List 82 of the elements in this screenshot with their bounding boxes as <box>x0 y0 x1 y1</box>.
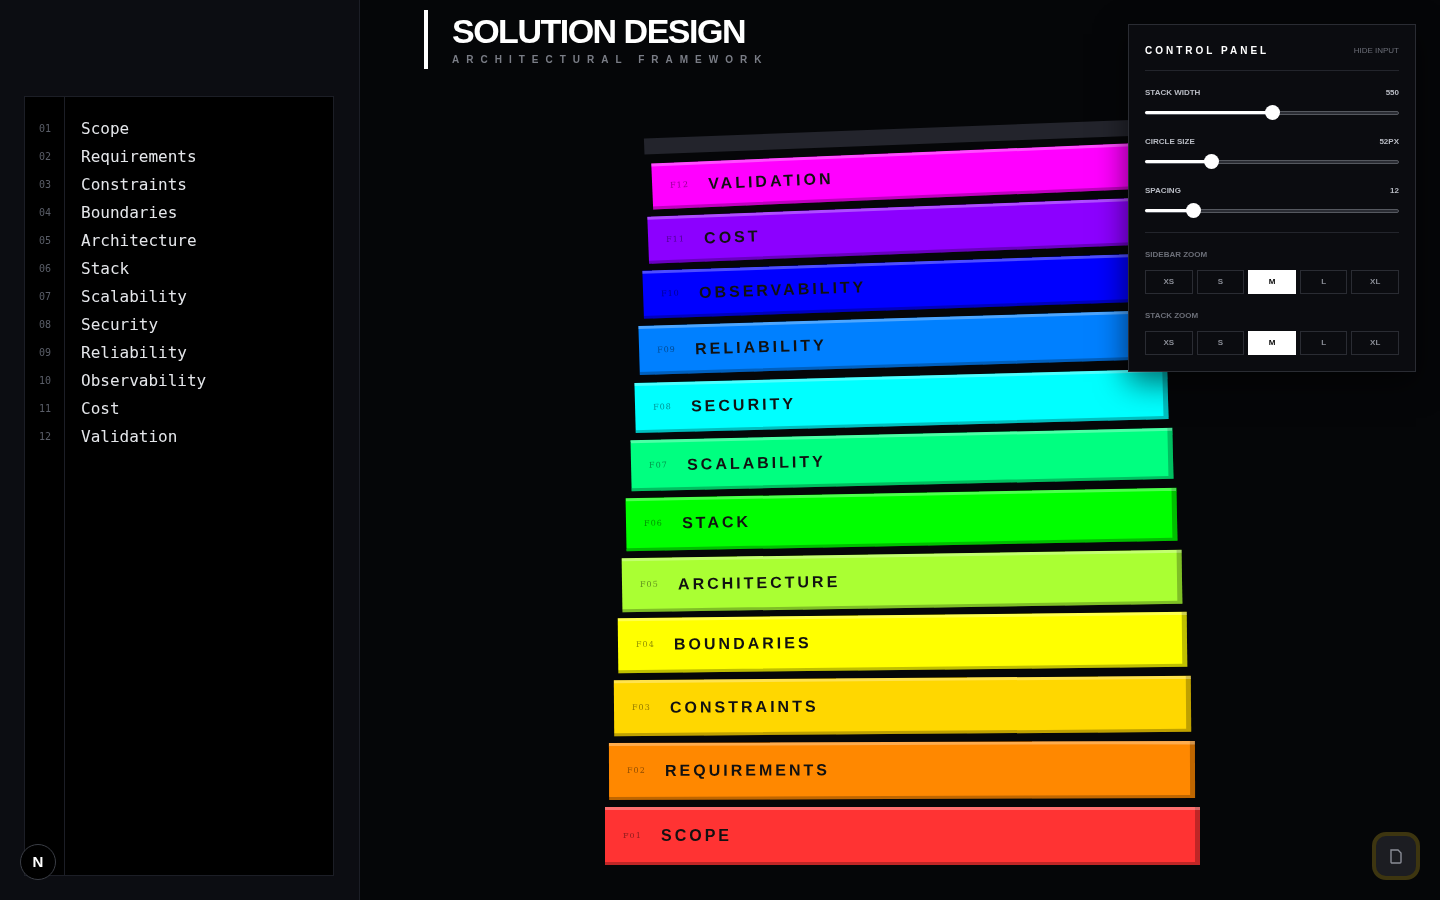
zoom-option[interactable]: S <box>1196 331 1245 355</box>
outline-item[interactable]: Constraints <box>81 171 207 199</box>
outline-item[interactable]: Observability <box>81 367 207 395</box>
slider-label: STACK WIDTH <box>1145 87 1201 99</box>
outline-item[interactable]: Security <box>81 311 207 339</box>
zoom-option[interactable]: M <box>1248 331 1296 355</box>
layer-code: F08 <box>652 400 673 414</box>
slider-thumb[interactable] <box>1265 105 1280 120</box>
layer-label: CONSTRAINTS <box>669 696 819 718</box>
line-number: 08 <box>38 318 53 332</box>
line-number: 01 <box>38 122 53 136</box>
layer-label: SCALABILITY <box>686 451 826 475</box>
layer-label: SCOPE <box>661 825 732 846</box>
zoom-option[interactable]: XL <box>1351 270 1399 294</box>
layer-code: F04 <box>635 639 656 652</box>
outline-item[interactable]: Scalability <box>81 283 207 311</box>
slider-reading: 550 <box>1385 87 1399 99</box>
line-number: 12 <box>38 430 53 444</box>
page-subtitle: ARCHITECTURAL FRAMEWORK <box>452 53 770 67</box>
outline-item[interactable]: Requirements <box>81 143 207 171</box>
outline-item[interactable]: Reliability <box>81 339 207 367</box>
line-number: 07 <box>38 290 53 304</box>
layer-code: F07 <box>648 458 669 472</box>
line-number: 10 <box>38 374 53 388</box>
outline-item[interactable]: Boundaries <box>81 199 207 227</box>
zoom-option[interactable]: M <box>1248 270 1296 294</box>
stack-layer[interactable]: F01 SCOPE <box>605 806 1200 865</box>
layer-code: F03 <box>631 702 652 715</box>
slider[interactable] <box>1145 154 1399 169</box>
document-button[interactable] <box>1372 832 1420 880</box>
stack-layer[interactable]: F08 SECURITY <box>634 368 1169 433</box>
outline-item[interactable]: Architecture <box>81 227 207 255</box>
zoom-option[interactable]: L <box>1299 270 1348 294</box>
layer-label: RELIABILITY <box>694 335 828 360</box>
logo-badge[interactable]: N <box>20 844 56 880</box>
layer-label: OBSERVABILITY <box>699 277 868 304</box>
slider[interactable] <box>1145 203 1399 218</box>
outline-item[interactable]: Cost <box>81 395 207 423</box>
layer-code: F12 <box>669 178 691 192</box>
slider-reading: 12 <box>1390 185 1399 197</box>
line-number: 03 <box>38 178 53 192</box>
zoom-option[interactable]: XL <box>1351 331 1399 355</box>
zoom-option[interactable]: S <box>1196 270 1245 294</box>
layer-code: F01 <box>623 829 643 842</box>
hide-input-button[interactable]: HIDE INPUT <box>1353 44 1399 57</box>
stack-layer[interactable]: F02 REQUIREMENTS <box>609 740 1196 801</box>
slider-thumb[interactable] <box>1186 203 1202 218</box>
outline-item[interactable]: Validation <box>81 423 207 451</box>
outline-item[interactable]: Stack <box>81 255 207 283</box>
line-number: 06 <box>38 262 53 276</box>
layer-code: F09 <box>657 343 678 357</box>
layer-label: BOUNDARIES <box>673 633 812 656</box>
stack-layer[interactable]: F05 ARCHITECTURE <box>621 549 1183 612</box>
slider[interactable] <box>1145 105 1399 120</box>
layer-label: ARCHITECTURE <box>677 571 841 595</box>
layer-code: F11 <box>665 232 686 246</box>
layer-label: COST <box>703 225 761 249</box>
line-number: 11 <box>38 402 53 416</box>
layer-code: F06 <box>644 518 665 531</box>
zoom-option[interactable]: XS <box>1145 270 1193 294</box>
stack-layer[interactable]: F03 CONSTRAINTS <box>613 676 1192 737</box>
layer-code: F02 <box>627 765 647 778</box>
layer-label: SECURITY <box>690 393 797 417</box>
stack-layer[interactable]: F06 STACK <box>625 488 1178 552</box>
layer-code: F10 <box>661 287 682 301</box>
layer-code: F05 <box>640 578 660 591</box>
line-number: 04 <box>38 206 53 220</box>
line-number: 02 <box>38 150 53 164</box>
layer-label: VALIDATION <box>707 168 834 195</box>
slider-reading: 52PX <box>1379 136 1399 148</box>
stack-layer[interactable]: F04 BOUNDARIES <box>617 612 1187 674</box>
slider-thumb[interactable] <box>1204 154 1220 169</box>
stack-layer[interactable]: F07 SCALABILITY <box>630 427 1174 492</box>
panel-title: CONTROL PANEL <box>1145 44 1270 58</box>
layer-label: REQUIREMENTS <box>665 760 831 782</box>
line-number: 05 <box>38 234 53 248</box>
document-icon <box>1389 848 1403 864</box>
outline-item[interactable]: Scope <box>81 115 207 143</box>
layer-label: STACK <box>682 512 752 534</box>
line-number: 09 <box>38 346 53 360</box>
zoom-option[interactable]: L <box>1299 331 1348 355</box>
zoom-option[interactable]: XS <box>1145 331 1193 355</box>
